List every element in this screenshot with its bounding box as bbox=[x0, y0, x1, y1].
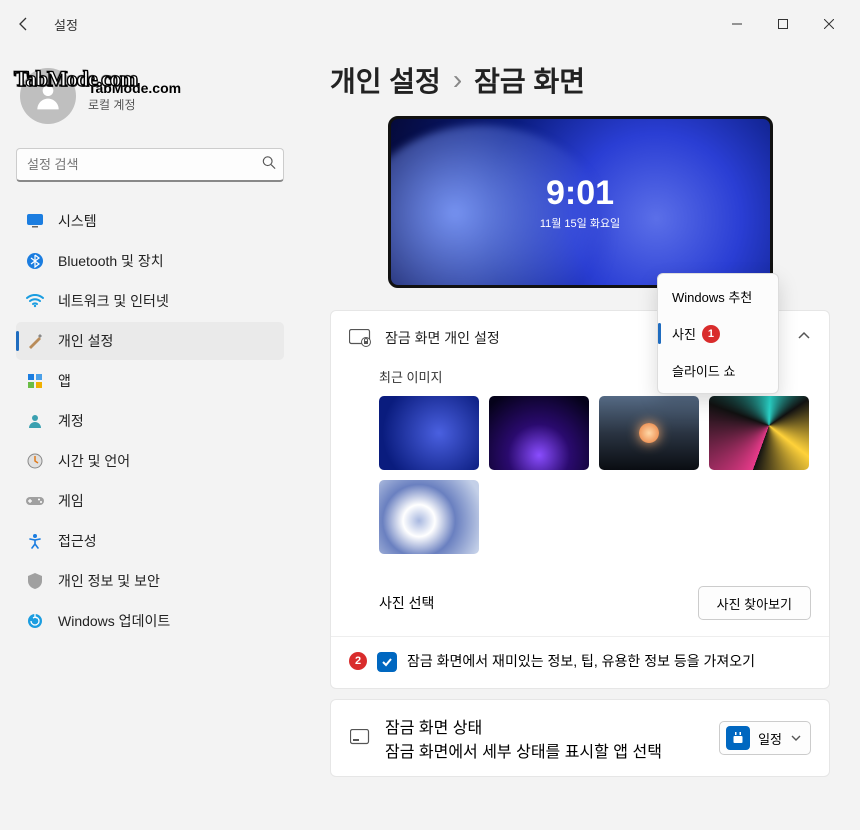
accessibility-icon bbox=[26, 532, 44, 550]
accounts-icon bbox=[26, 412, 44, 430]
time-language-icon bbox=[26, 452, 44, 470]
status-title: 잠금 화면 상태 bbox=[385, 714, 705, 738]
dropdown-option-label: Windows 추천 bbox=[672, 287, 752, 306]
lockscreen-preview: 9:01 11월 15일 화요일 bbox=[388, 116, 773, 288]
status-subtitle: 잠금 화면에서 세부 상태를 표시할 앱 선택 bbox=[385, 738, 705, 762]
sidebar-item-label: 앱 bbox=[58, 371, 71, 391]
dropdown-option-windows-spotlight[interactable]: Windows 추천 bbox=[658, 278, 778, 315]
choose-photo-label: 사진 선택 bbox=[379, 593, 434, 613]
breadcrumb: 개인 설정 › 잠금 화면 bbox=[330, 60, 830, 100]
status-app-selector[interactable]: 일정 bbox=[719, 721, 811, 755]
dropdown-option-slideshow[interactable]: 슬라이드 쇼 bbox=[658, 352, 778, 389]
recent-image-thumb[interactable] bbox=[709, 396, 809, 470]
sidebar-item-windows-update[interactable]: Windows 업데이트 bbox=[16, 602, 284, 640]
sidebar-item-time-language[interactable]: 시간 및 언어 bbox=[16, 442, 284, 480]
dropdown-option-picture[interactable]: 사진 1 bbox=[658, 315, 778, 352]
calendar-icon bbox=[726, 726, 750, 750]
check-icon bbox=[381, 656, 393, 668]
sidebar-item-label: 시간 및 언어 bbox=[58, 451, 130, 471]
sidebar-item-gaming[interactable]: 게임 bbox=[16, 482, 284, 520]
sidebar-item-bluetooth[interactable]: Bluetooth 및 장치 bbox=[16, 242, 284, 280]
shield-icon bbox=[26, 572, 44, 590]
back-button[interactable] bbox=[8, 8, 40, 40]
recent-image-thumb[interactable] bbox=[379, 396, 479, 470]
sidebar-item-label: Windows 업데이트 bbox=[58, 611, 170, 631]
sidebar-item-label: Bluetooth 및 장치 bbox=[58, 251, 164, 271]
chevron-down-icon bbox=[790, 732, 802, 744]
close-button[interactable] bbox=[806, 8, 852, 40]
sidebar-item-label: 게임 bbox=[58, 491, 84, 511]
preview-date: 11월 15일 화요일 bbox=[540, 215, 620, 231]
sidebar-item-label: 접근성 bbox=[58, 531, 97, 551]
sidebar-item-personalization[interactable]: 개인 설정 bbox=[16, 322, 284, 360]
maximize-button[interactable] bbox=[760, 8, 806, 40]
fun-facts-label: 잠금 화면에서 재미있는 정보, 팁, 유용한 정보 등을 가져오기 bbox=[407, 651, 755, 672]
sidebar-item-network[interactable]: 네트워크 및 인터넷 bbox=[16, 282, 284, 320]
sidebar-item-apps[interactable]: 앱 bbox=[16, 362, 284, 400]
fun-facts-checkbox[interactable] bbox=[377, 652, 397, 672]
search-box[interactable] bbox=[16, 148, 284, 182]
preview-time: 9:01 bbox=[546, 174, 614, 213]
gaming-icon bbox=[26, 492, 44, 510]
breadcrumb-current: 잠금 화면 bbox=[474, 60, 585, 100]
wifi-icon bbox=[26, 292, 44, 310]
close-icon bbox=[824, 19, 834, 29]
sidebar-item-label: 개인 정보 및 보안 bbox=[58, 571, 160, 591]
sidebar-item-label: 시스템 bbox=[58, 211, 97, 231]
personalize-lockscreen-card: 잠금 화면 개인 설정 Windows 추천 사진 1 슬라이드 쇼 bbox=[330, 310, 830, 689]
sidebar-item-label: 계정 bbox=[58, 411, 84, 431]
recent-image-thumb[interactable] bbox=[489, 396, 589, 470]
window-title: 설정 bbox=[54, 15, 78, 34]
bluetooth-icon bbox=[26, 252, 44, 270]
sidebar-item-system[interactable]: 시스템 bbox=[16, 202, 284, 240]
dropdown-option-label: 슬라이드 쇼 bbox=[672, 361, 735, 380]
annotation-badge-2: 2 bbox=[349, 652, 367, 670]
person-icon bbox=[32, 80, 64, 112]
chevron-right-icon: › bbox=[453, 64, 462, 96]
sidebar-item-label: 네트워크 및 인터넷 bbox=[58, 291, 169, 311]
account-block[interactable]: TabMode.com 로컬 계정 TabMode.com bbox=[20, 68, 280, 124]
apps-icon bbox=[26, 372, 44, 390]
picture-lock-icon bbox=[349, 327, 371, 349]
sidebar-item-privacy[interactable]: 개인 정보 및 보안 bbox=[16, 562, 284, 600]
avatar bbox=[20, 68, 76, 124]
maximize-icon bbox=[778, 19, 788, 29]
annotation-badge-1: 1 bbox=[702, 325, 720, 343]
account-name: TabMode.com bbox=[88, 80, 181, 96]
arrow-left-icon bbox=[16, 16, 32, 32]
personalization-icon bbox=[26, 332, 44, 350]
system-icon bbox=[26, 212, 44, 230]
sidebar-item-accounts[interactable]: 계정 bbox=[16, 402, 284, 440]
sidebar-item-label: 개인 설정 bbox=[58, 331, 113, 351]
breadcrumb-parent[interactable]: 개인 설정 bbox=[330, 60, 441, 100]
status-app-label: 일정 bbox=[758, 729, 782, 748]
sidebar-item-accessibility[interactable]: 접근성 bbox=[16, 522, 284, 560]
status-icon bbox=[349, 727, 371, 749]
dropdown-option-label: 사진 bbox=[672, 324, 696, 343]
search-input[interactable] bbox=[16, 148, 284, 182]
chevron-up-icon[interactable] bbox=[797, 329, 811, 348]
update-icon bbox=[26, 612, 44, 630]
account-sub: 로컬 계정 bbox=[88, 96, 181, 113]
browse-photos-button[interactable]: 사진 찾아보기 bbox=[698, 586, 811, 620]
lockscreen-status-card: 잠금 화면 상태 잠금 화면에서 세부 상태를 표시할 앱 선택 일정 bbox=[330, 699, 830, 777]
recent-image-thumb[interactable] bbox=[599, 396, 699, 470]
background-type-dropdown[interactable]: Windows 추천 사진 1 슬라이드 쇼 bbox=[657, 273, 779, 394]
search-icon bbox=[262, 156, 276, 175]
minimize-icon bbox=[732, 19, 742, 29]
recent-image-thumb[interactable] bbox=[379, 480, 479, 554]
minimize-button[interactable] bbox=[714, 8, 760, 40]
